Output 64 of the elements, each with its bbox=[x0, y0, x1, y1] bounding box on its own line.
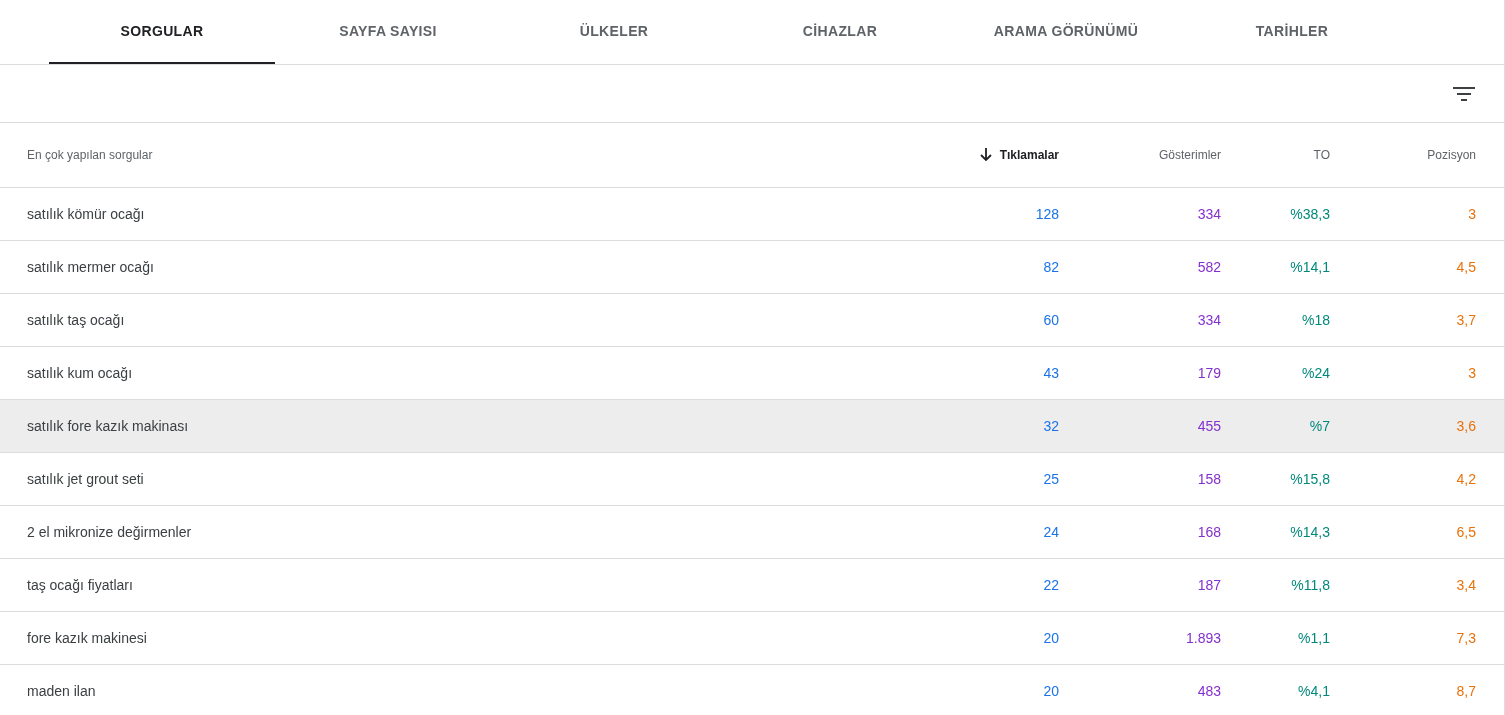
table-cell-text: satılık taş ocağı bbox=[27, 310, 125, 330]
filter-icon[interactable] bbox=[1453, 85, 1475, 102]
table-cell-text: %14,3 bbox=[1290, 522, 1330, 542]
column-header[interactable]: TO bbox=[1313, 146, 1330, 164]
column-header[interactable]: Gösterimler bbox=[1159, 146, 1221, 164]
table-cell-text: 20 bbox=[1043, 628, 1059, 648]
column-header: En çok yapılan sorgular bbox=[27, 147, 153, 164]
table-cell-text: 168 bbox=[1197, 522, 1221, 542]
table-cell-text: 483 bbox=[1197, 681, 1221, 701]
table-row[interactable]: satılık fore kazık makinası 32 455 %7 3,6 bbox=[0, 400, 1504, 453]
table-cell-text: 7,3 bbox=[1456, 628, 1476, 648]
table-cell-text: satılık fore kazık makinası bbox=[27, 416, 189, 436]
table-cell-text: 22 bbox=[1043, 575, 1059, 595]
table-cell-text: %38,3 bbox=[1290, 204, 1330, 224]
table-cell-text: 179 bbox=[1197, 363, 1221, 383]
table-cell-text: 3,7 bbox=[1456, 310, 1476, 330]
tab[interactable]: SAYFA SAYISI bbox=[275, 0, 501, 64]
table-cell-text: %11,8 bbox=[1291, 575, 1330, 595]
table-cell-text: 6,5 bbox=[1456, 522, 1476, 542]
table-cell-text: 128 bbox=[1035, 204, 1059, 224]
column-header[interactable]: Tıklamalar bbox=[979, 146, 1059, 164]
table-cell-text: satılık jet grout seti bbox=[27, 469, 144, 489]
table-cell-text: %7 bbox=[1309, 416, 1330, 436]
tab[interactable]: ÜLKELER bbox=[501, 0, 727, 64]
table-cell-text: %24 bbox=[1301, 363, 1330, 383]
table-cell-text: 32 bbox=[1043, 416, 1059, 436]
tab[interactable]: CİHAZLAR bbox=[727, 0, 953, 64]
table-cell-text: %14,1 bbox=[1290, 257, 1330, 277]
tab[interactable]: ARAMA GÖRÜNÜMÜ bbox=[953, 0, 1179, 64]
table-cell-text: 3 bbox=[1468, 204, 1476, 224]
table-cell-text: %1,1 bbox=[1298, 628, 1330, 648]
table-cell-text: fore kazık makinesi bbox=[27, 628, 147, 648]
table-cell-text: 24 bbox=[1043, 522, 1059, 542]
table-cell-text: %15,8 bbox=[1290, 469, 1330, 489]
table-cell-text: 20 bbox=[1043, 681, 1059, 701]
table-cell-text: 4,5 bbox=[1456, 257, 1476, 277]
table-cell-text: 3,6 bbox=[1456, 416, 1476, 436]
table-cell-text: 187 bbox=[1197, 575, 1221, 595]
table-cell-text: 8,7 bbox=[1456, 681, 1476, 701]
table-cell-text: 3 bbox=[1468, 363, 1476, 383]
table-cell-text: 43 bbox=[1043, 363, 1059, 383]
table-cell-text: 1.893 bbox=[1185, 628, 1221, 648]
down-arrow-icon bbox=[979, 148, 992, 162]
tab[interactable]: SORGULAR bbox=[49, 0, 275, 64]
tab[interactable]: TARİHLER bbox=[1179, 0, 1405, 64]
table-cell-text: 82 bbox=[1043, 257, 1059, 277]
table-cell-text: 4,2 bbox=[1456, 469, 1476, 489]
table-cell-text: satılık mermer ocağı bbox=[27, 257, 154, 277]
table-cell-text: %18 bbox=[1301, 310, 1330, 330]
table-cell-text: 60 bbox=[1043, 310, 1059, 330]
table-cell-text: 582 bbox=[1197, 257, 1221, 277]
table-cell-text: taş ocağı fiyatları bbox=[27, 575, 133, 595]
table-cell-text: 334 bbox=[1197, 204, 1221, 224]
column-header[interactable]: Pozisyon bbox=[1427, 146, 1476, 164]
table-cell-text: satılık kömür ocağı bbox=[27, 204, 145, 224]
table-cell-text: %4,1 bbox=[1298, 681, 1330, 701]
table-cell-text: 2 el mikronize değirmenler bbox=[27, 522, 192, 542]
table-cell-text: 3,4 bbox=[1456, 575, 1476, 595]
table-cell-text: satılık kum ocağı bbox=[27, 363, 133, 383]
table-cell-text: 158 bbox=[1197, 469, 1221, 489]
table-cell-text: 455 bbox=[1197, 416, 1221, 436]
table-cell-text: maden ilan bbox=[27, 681, 96, 701]
table-cell-text: 334 bbox=[1197, 310, 1221, 330]
table-cell-text: 25 bbox=[1043, 469, 1059, 489]
